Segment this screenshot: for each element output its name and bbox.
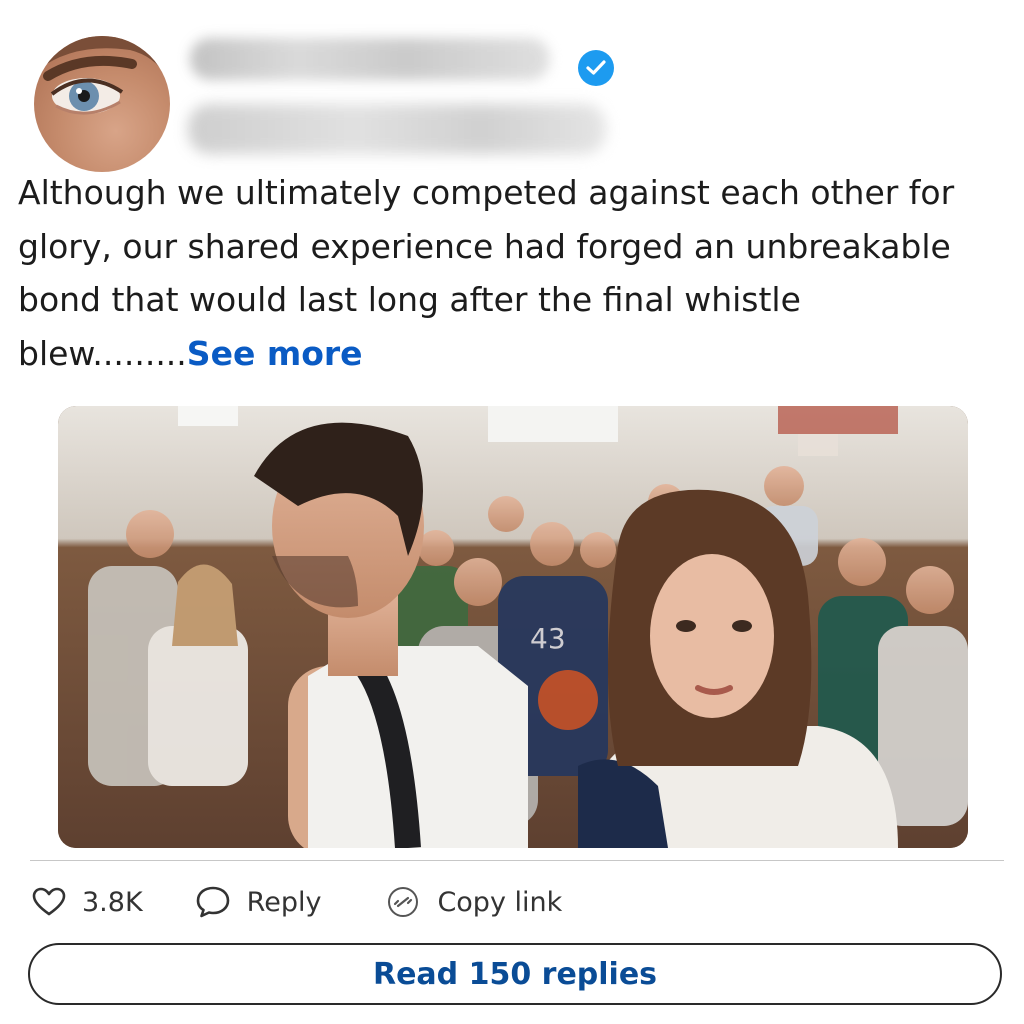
like-count: 3.8K [82, 886, 143, 918]
action-bar: 3.8K Reply Copy link [32, 880, 562, 924]
author-name-blurred[interactable] [190, 38, 550, 80]
heart-icon [32, 887, 66, 916]
verified-badge-icon [578, 50, 614, 86]
see-more-link[interactable]: See more [187, 334, 363, 373]
read-replies-button[interactable]: Read 150 replies [28, 943, 1002, 1005]
avatar-eye-image [34, 36, 166, 115]
link-icon [388, 887, 419, 917]
copy-link-label: Copy link [437, 886, 563, 918]
reply-button[interactable]: Reply [195, 885, 322, 919]
basketball-team-photo: 43 [58, 406, 968, 848]
author-handle-blurred [188, 104, 606, 154]
post-text: Although we ultimately competed against … [18, 166, 1008, 380]
post-image[interactable]: 43 [58, 406, 968, 848]
post-body: Although we ultimately competed against … [18, 173, 955, 373]
like-button[interactable]: 3.8K [32, 887, 143, 918]
svg-text:43: 43 [530, 622, 566, 655]
copy-link-button[interactable]: Copy link [385, 886, 562, 918]
read-replies-label: Read 150 replies [372, 956, 658, 992]
avatar[interactable] [34, 36, 170, 172]
speech-bubble-icon [196, 886, 229, 918]
action-divider [30, 860, 1004, 861]
reply-label: Reply [246, 886, 322, 918]
